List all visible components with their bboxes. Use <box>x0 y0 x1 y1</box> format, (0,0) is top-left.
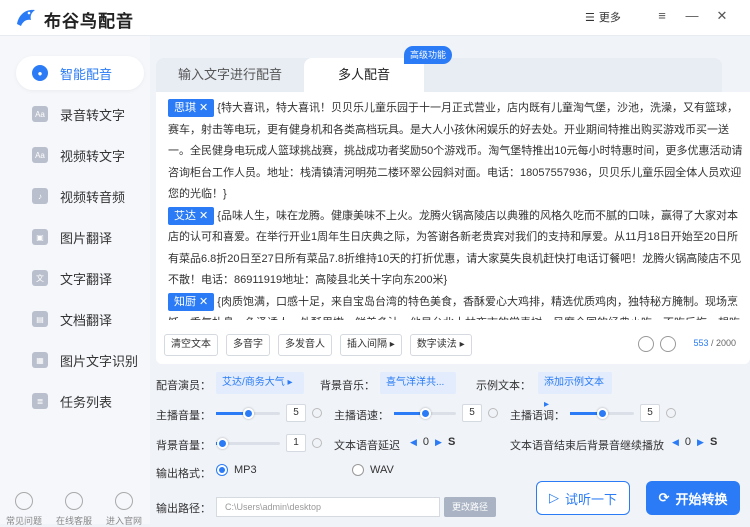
sidebar: ● 智能配音 Aa 录音转文字 Aa 视频转文字 ♪ 视频转音频 ▣ 图片翻译 文文字翻译… <box>0 36 150 527</box>
sidebar-item-video-to-text[interactable]: Aa 视频转文字 <box>16 138 144 172</box>
sidebar-item-doc-translate[interactable]: ▤ 文档翻译 <box>16 302 144 336</box>
title-bar: 布谷鸟配音 ☰ 更多 ≡ — ✕ <box>0 0 750 36</box>
more-icon: ☰ <box>585 11 595 24</box>
undo-icon[interactable] <box>638 336 654 352</box>
play-icon: ▷ <box>548 490 559 505</box>
format-label: 输出格式： <box>156 468 211 480</box>
tone-input[interactable]: 5 <box>640 404 660 422</box>
bgm-select[interactable]: 喜气洋洋共... <box>380 372 456 394</box>
speed-reset-icon[interactable] <box>488 408 498 418</box>
task-list-icon: ≣ <box>32 393 48 409</box>
faq-link[interactable]: 常见问题 <box>0 492 48 527</box>
video-text-icon: Aa <box>32 147 48 163</box>
website-link[interactable]: 进入官网 <box>100 492 148 527</box>
bgm-label: 背景音乐： <box>320 380 375 392</box>
number-reading-button[interactable]: 数字读法 ▸ <box>409 334 472 356</box>
editor-toolbar: 清空文本 多音字 多发音人 插入间隔 ▸ 数字读法 ▸ <box>164 334 472 356</box>
support-link[interactable]: 在线客服 <box>50 492 98 527</box>
microphone-icon: ● <box>32 65 48 81</box>
tone-slider[interactable] <box>570 408 634 419</box>
volume-label: 主播音量： <box>156 410 211 422</box>
sidebar-item-smart-dubbing[interactable]: ● 智能配音 <box>16 56 144 90</box>
output-path-field[interactable]: C:\Users\admin\desktop <box>216 497 440 517</box>
voice-select[interactable]: 艾达/商务大气 ▸ <box>216 372 304 394</box>
clear-text-button[interactable]: 清空文本 <box>164 334 218 356</box>
sample-select[interactable]: 添加示例文本 ▸ <box>538 372 612 410</box>
sample-label: 示例文本： <box>476 380 531 392</box>
continue-label: 文本语音结束后背景音继续播放 <box>510 440 664 452</box>
volume-input[interactable]: 5 <box>286 404 306 422</box>
speed-slider[interactable] <box>394 408 456 419</box>
tone-label: 主播语调： <box>510 410 565 422</box>
close-icon[interactable]: ✕ <box>714 8 730 24</box>
home-icon <box>115 492 133 510</box>
speaker-tag[interactable]: 思琪 ✕ <box>168 99 215 117</box>
multi-speaker-button[interactable]: 多发音人 <box>278 334 332 356</box>
segment-text: {特大喜讯，特大喜讯！贝贝乐儿童乐园于十一月正式营业，店内既有儿童淘气堡，沙池，… <box>168 102 743 200</box>
image-translate-icon: ▣ <box>32 229 48 245</box>
sidebar-item-text-translate[interactable]: 文文字翻译 <box>16 261 144 295</box>
start-convert-button[interactable]: ⟳ 开始转换 <box>646 481 740 515</box>
segment-text: {品味人生，味在龙腾。健康美味不上火。龙腾火锅高陵店以典雅的风格久吃而不腻的口味… <box>168 209 742 287</box>
more-button[interactable]: ☰ 更多 <box>585 9 621 25</box>
speaker-tag[interactable]: 艾达 ✕ <box>168 206 215 225</box>
document-icon: ▤ <box>32 311 48 327</box>
editor-content[interactable]: 思琪 ✕ {特大喜讯，特大喜讯！贝贝乐儿童乐园于十一月正式营业，店内既有儿童淘气堡… <box>168 98 746 320</box>
voice-label: 配音演员： <box>156 380 211 392</box>
increment-icon[interactable]: ▶ <box>435 437 442 448</box>
format-mp3-radio[interactable]: MP3 <box>216 464 257 476</box>
speed-label: 主播语速： <box>334 410 389 422</box>
premium-badge: 高级功能 <box>404 46 453 64</box>
decrement-icon[interactable]: ◀ <box>672 437 679 448</box>
continue-stepper[interactable]: ◀ 0 ▶ S <box>672 436 717 448</box>
sidebar-item-ocr[interactable]: ▦ 图片文字识别 <box>16 343 144 377</box>
sidebar-item-video-to-audio[interactable]: ♪ 视频转音频 <box>16 179 144 213</box>
change-path-button[interactable]: 更改路径 <box>444 497 496 517</box>
bg-volume-input[interactable]: 1 <box>286 434 306 452</box>
bg-volume-slider[interactable] <box>216 438 280 449</box>
format-wav-radio[interactable]: WAV <box>352 464 394 476</box>
bg-volume-reset-icon[interactable] <box>312 438 322 448</box>
volume-slider[interactable] <box>216 408 280 419</box>
audio-text-icon: Aa <box>32 106 48 122</box>
sidebar-item-image-translate[interactable]: ▣ 图片翻译 <box>16 220 144 254</box>
chat-icon <box>65 492 83 510</box>
radio-dot <box>216 464 228 476</box>
app-title: 布谷鸟配音 <box>44 12 134 31</box>
increment-icon[interactable]: ▶ <box>697 437 704 448</box>
char-counter: 553 / 2000 <box>693 338 736 348</box>
speaker-tag[interactable]: 知厨 ✕ <box>168 292 215 311</box>
question-icon <box>15 492 33 510</box>
speed-input[interactable]: 5 <box>462 404 482 422</box>
path-label: 输出路径： <box>156 503 211 515</box>
text-translate-icon: 文 <box>32 270 48 286</box>
delay-stepper[interactable]: ◀ 0 ▶ S <box>410 436 455 448</box>
text-editor[interactable]: 思琪 ✕ {特大喜讯，特大喜讯！贝贝乐儿童乐园于十一月正式营业，店内既有儿童淘气堡… <box>156 92 750 364</box>
bg-volume-label: 背景音量： <box>156 440 211 452</box>
polyphone-button[interactable]: 多音字 <box>226 334 270 356</box>
minimize-icon[interactable]: — <box>684 8 700 24</box>
redo-icon[interactable] <box>660 336 676 352</box>
delay-label: 文本语音延迟 <box>334 440 400 452</box>
main-panel: 输入文字进行配音 多人配音 高级功能 思琪 ✕ {特大喜讯，特大喜讯！贝贝乐儿童乐… <box>150 36 750 524</box>
segment-text: {肉质饱满，口感十足，来自宝岛台湾的特色美食，香酥爱心大鸡排，精选优质鸡肉，独特… <box>168 295 740 321</box>
video-audio-icon: ♪ <box>32 188 48 204</box>
sidebar-item-audio-to-text[interactable]: Aa 录音转文字 <box>16 97 144 131</box>
listen-button[interactable]: ▷ 试听一下 <box>536 481 630 515</box>
bird-logo-icon <box>17 9 35 26</box>
start-icon: ⟳ <box>658 490 670 505</box>
volume-reset-icon[interactable] <box>312 408 322 418</box>
menu-icon[interactable]: ≡ <box>654 8 670 24</box>
tone-reset-icon[interactable] <box>666 408 676 418</box>
sidebar-item-tasks[interactable]: ≣ 任务列表 <box>16 384 144 418</box>
decrement-icon[interactable]: ◀ <box>410 437 417 448</box>
ocr-icon: ▦ <box>32 352 48 368</box>
insert-pause-button[interactable]: 插入间隔 ▸ <box>340 334 402 356</box>
tab-input-text[interactable]: 输入文字进行配音 <box>156 58 304 92</box>
radio-dot <box>352 464 364 476</box>
